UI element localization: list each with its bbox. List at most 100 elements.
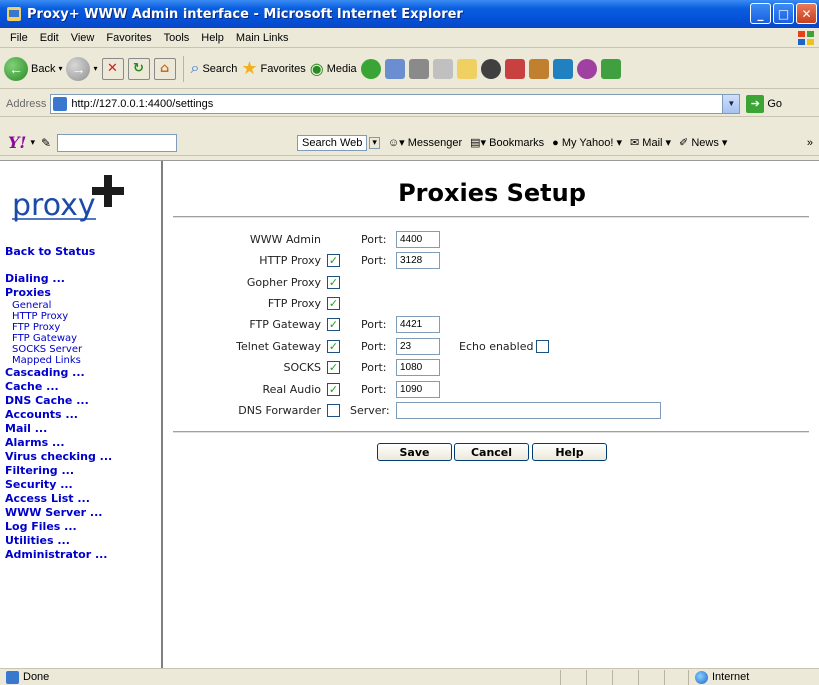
close-button[interactable]: ✕ <box>796 3 817 24</box>
yahoo-bookmarks-button[interactable]: ▤▾ Bookmarks <box>470 136 544 149</box>
messenger-label: Messenger <box>407 137 463 149</box>
nav-general[interactable]: General <box>5 300 112 311</box>
search-web-button[interactable]: Search Web <box>297 134 368 151</box>
history-icon[interactable] <box>360 58 381 79</box>
addon-icon[interactable] <box>552 58 573 79</box>
ball-icon[interactable] <box>480 58 501 79</box>
search-button[interactable]: ⌕ Search <box>191 60 238 78</box>
real-audio-checkbox[interactable]: ✓ <box>327 382 340 396</box>
nav-ftp-proxy[interactable]: FTP Proxy <box>5 322 112 333</box>
yahoo-messenger-button[interactable]: ☺▾ Messenger <box>388 136 462 149</box>
nav-mapped-links[interactable]: Mapped Links <box>5 355 112 366</box>
home-icon[interactable]: ⌂ <box>153 57 176 80</box>
ftp-gateway-checkbox[interactable]: ✓ <box>327 317 340 331</box>
nav-socks-server[interactable]: SOCKS Server <box>5 344 112 355</box>
nav-cascading[interactable]: Cascading ... <box>5 366 112 380</box>
status-separator <box>612 670 613 685</box>
dns-server-input[interactable] <box>396 401 661 419</box>
title-bar: Proxy+ WWW Admin interface - Microsoft I… <box>0 0 819 28</box>
nav-accounts[interactable]: Accounts ... <box>5 408 112 422</box>
nav-www-server[interactable]: WWW Server ... <box>5 506 112 520</box>
socks-checkbox[interactable]: ✓ <box>327 360 340 374</box>
nav-administrator[interactable]: Administrator ... <box>5 548 112 562</box>
telnet-gateway-checkbox[interactable]: ✓ <box>327 339 340 353</box>
menu-help[interactable]: Help <box>195 32 230 44</box>
http-proxy-checkbox[interactable]: ✓ <box>327 253 340 267</box>
menu-tools[interactable]: Tools <box>158 32 196 44</box>
people-icon[interactable] <box>600 58 621 79</box>
nav-access-list[interactable]: Access List ... <box>5 492 112 506</box>
nav-filtering[interactable]: Filtering ... <box>5 464 112 478</box>
address-input[interactable]: http://127.0.0.1:4400/settings ▼ <box>50 93 741 114</box>
yahoo-logo[interactable]: Y! <box>8 133 26 152</box>
security-zone: Internet <box>695 670 749 684</box>
nav-cache[interactable]: Cache ... <box>5 380 112 394</box>
save-button[interactable]: Save <box>377 443 452 461</box>
nav-mail[interactable]: Mail ... <box>5 422 112 436</box>
nav-proxies[interactable]: Proxies <box>5 286 112 300</box>
back-label: Back <box>31 62 56 75</box>
menu-edit[interactable]: Edit <box>34 32 65 44</box>
chevron-down-icon[interactable]: ▾ <box>93 64 97 73</box>
menu-view[interactable]: View <box>65 32 101 44</box>
http-proxy-port-input[interactable]: 3128 <box>396 251 440 269</box>
more-chevron-icon[interactable]: » <box>807 137 813 149</box>
media-button[interactable]: ◉ Media <box>310 59 357 79</box>
menu-favorites[interactable]: Favorites <box>100 32 157 44</box>
yahoo-mail-button[interactable]: ✉ Mail ▾ <box>630 136 671 149</box>
nav-log-files[interactable]: Log Files ... <box>5 520 112 534</box>
nav-dns-cache[interactable]: DNS Cache ... <box>5 394 112 408</box>
socks-port-input[interactable]: 1080 <box>396 358 440 376</box>
pencil-icon[interactable]: ✎ <box>41 136 51 150</box>
messenger-status-icon[interactable] <box>576 58 597 79</box>
back-button[interactable]: ← Back ▾ <box>4 56 62 81</box>
menu-main-links[interactable]: Main Links <box>230 32 295 44</box>
dns-forwarder-label: DNS Forwarder <box>238 403 321 417</box>
dns-forwarder-checkbox[interactable] <box>327 403 340 417</box>
minimize-button[interactable]: _ <box>750 3 771 24</box>
print-icon[interactable] <box>408 58 429 79</box>
chevron-down-icon[interactable]: ▼ <box>722 94 740 113</box>
ftp-gateway-port-input[interactable]: 4421 <box>396 315 440 333</box>
forward-button[interactable]: → ▾ <box>66 56 98 81</box>
nav-utilities[interactable]: Utilities ... <box>5 534 112 548</box>
nav-alarms[interactable]: Alarms ... <box>5 436 112 450</box>
ftp-proxy-checkbox[interactable]: ✓ <box>327 296 340 310</box>
yahoo-news-button[interactable]: ✐ News ▾ <box>679 136 727 149</box>
nav-back-to-status[interactable]: Back to Status <box>5 245 112 259</box>
chevron-down-icon[interactable]: ▾ <box>58 64 62 73</box>
nav-http-proxy[interactable]: HTTP Proxy <box>5 311 112 322</box>
plugin-icon[interactable] <box>504 58 525 79</box>
bookmarks-label: Bookmarks <box>489 137 545 149</box>
real-audio-port-input[interactable]: 1090 <box>396 380 440 398</box>
chevron-down-icon[interactable]: ▾ <box>369 136 380 149</box>
telnet-gateway-label: Telnet Gateway <box>236 339 321 353</box>
gopher-proxy-checkbox[interactable]: ✓ <box>327 275 340 289</box>
nav-dialing[interactable]: Dialing ... <box>5 272 112 286</box>
nav-ftp-gateway[interactable]: FTP Gateway <box>5 333 112 344</box>
favorites-button[interactable]: ★ Favorites <box>241 58 305 79</box>
folder-icon[interactable] <box>456 58 477 79</box>
my-yahoo-button[interactable]: ● My Yahoo! ▾ <box>552 136 622 149</box>
search-icon: ⌕ <box>190 59 200 77</box>
telnet-gateway-port-input[interactable]: 23 <box>396 337 440 355</box>
main-panel: Proxies Setup WWW Admin Port: 4400 HTTP … <box>165 161 819 669</box>
refresh-icon[interactable]: ↻ <box>127 57 150 80</box>
menu-file[interactable]: File <box>4 32 34 44</box>
yahoo-search-input[interactable] <box>57 133 178 152</box>
stop-icon[interactable]: ✕ <box>101 57 124 80</box>
www-admin-port-input[interactable]: 4400 <box>396 230 440 248</box>
help-button[interactable]: Help <box>532 443 607 461</box>
row-socks: SOCKS ✓ Port: 1080 <box>165 358 819 376</box>
edit-icon[interactable] <box>432 58 453 79</box>
row-gopher-proxy: Gopher Proxy ✓ <box>165 273 819 291</box>
nav-virus-checking[interactable]: Virus checking ... <box>5 450 112 464</box>
chevron-down-icon[interactable]: ▾ <box>30 138 35 148</box>
go-button[interactable]: ➔ Go <box>746 94 782 113</box>
maximize-button[interactable]: □ <box>773 3 794 24</box>
mail-icon[interactable] <box>384 58 405 79</box>
cancel-button[interactable]: Cancel <box>454 443 529 461</box>
nav-security[interactable]: Security ... <box>5 478 112 492</box>
tools-icon[interactable] <box>528 58 549 79</box>
echo-enabled-checkbox[interactable] <box>536 339 549 353</box>
